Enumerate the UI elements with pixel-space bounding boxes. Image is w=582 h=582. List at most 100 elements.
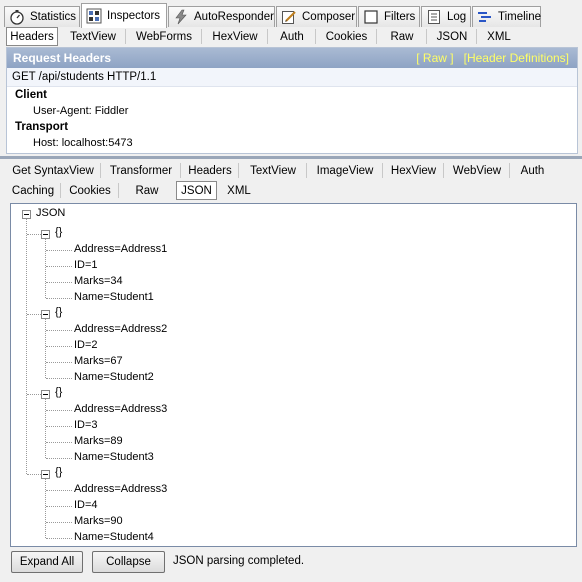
- tree-property-node[interactable]: ID=2: [74, 339, 98, 351]
- stopwatch-icon: [9, 9, 25, 25]
- header-user-agent: User-Agent: Fiddler: [33, 105, 129, 117]
- inspectors-icon: [86, 8, 102, 24]
- tab-label: Timeline: [498, 11, 542, 23]
- tree-line: [27, 314, 41, 315]
- tab-label: AutoResponder: [194, 11, 274, 23]
- collapse-toggle[interactable]: [41, 230, 50, 239]
- tree-line: [46, 426, 72, 427]
- tab-response-auth[interactable]: Auth: [510, 161, 555, 180]
- tree-line: [46, 282, 72, 283]
- tree-line: [46, 298, 72, 299]
- timeline-icon: [477, 9, 493, 25]
- tab-request-cookies[interactable]: Cookies: [316, 27, 377, 46]
- tree-property-node[interactable]: Address=Address3: [74, 483, 167, 495]
- collapse-button[interactable]: Collapse: [92, 551, 165, 573]
- tab-response-syntaxview[interactable]: Get SyntaxView: [5, 161, 101, 180]
- tab-filters[interactable]: Filters: [358, 6, 420, 27]
- tree-object-node[interactable]: {}: [55, 226, 62, 238]
- tab-autoresponder[interactable]: AutoResponder: [168, 6, 275, 27]
- tab-response-headers[interactable]: Headers: [181, 161, 239, 180]
- tree-property-node[interactable]: Name=Student3: [74, 451, 154, 463]
- tree-line: [46, 442, 72, 443]
- expand-all-button[interactable]: Expand All: [11, 551, 83, 573]
- tab-label: Statistics: [30, 11, 77, 23]
- tree-property-node[interactable]: Marks=67: [74, 355, 123, 367]
- tab-response-hexview[interactable]: HexView: [383, 161, 444, 180]
- tab-request-webforms[interactable]: WebForms: [126, 27, 202, 46]
- tree-property-node[interactable]: Address=Address2: [74, 323, 167, 335]
- composer-icon: [281, 9, 297, 25]
- tab-label: Log: [447, 11, 467, 23]
- raw-link[interactable]: [ Raw ]: [416, 51, 453, 65]
- tree-property-node[interactable]: ID=3: [74, 419, 98, 431]
- tree-line: [45, 239, 46, 298]
- header-host: Host: localhost:5473: [33, 137, 133, 149]
- tree-property-node[interactable]: Name=Student4: [74, 531, 154, 543]
- collapse-toggle[interactable]: [41, 310, 50, 319]
- tree-root[interactable]: JSON: [36, 207, 65, 219]
- tab-request-xml[interactable]: XML: [477, 27, 521, 46]
- tree-property-node[interactable]: Name=Student1: [74, 291, 154, 303]
- tree-property-node[interactable]: Address=Address3: [74, 403, 167, 415]
- tab-request-textview[interactable]: TextView: [60, 27, 126, 46]
- tree-line: [46, 250, 72, 251]
- tree-property-node[interactable]: Marks=89: [74, 435, 123, 447]
- top-tab-strip: Statistics Inspectors AutoResponder Comp…: [0, 0, 582, 28]
- response-inspector-tabs: Get SyntaxView Transformer Headers TextV…: [5, 160, 577, 202]
- titlebar-links: [ Raw ] [Header Definitions]: [416, 51, 569, 65]
- tree-property-node[interactable]: Marks=34: [74, 275, 123, 287]
- tab-response-json[interactable]: JSON: [176, 181, 217, 200]
- lightning-icon: [173, 9, 189, 25]
- tab-response-textview[interactable]: TextView: [239, 161, 307, 180]
- tab-request-raw[interactable]: Raw: [377, 27, 427, 46]
- tree-line: [46, 490, 72, 491]
- tab-response-raw[interactable]: Raw: [119, 181, 175, 200]
- tree-line: [45, 479, 46, 538]
- tree-line: [27, 474, 41, 475]
- tab-response-caching[interactable]: Caching: [5, 181, 61, 200]
- tree-line: [46, 346, 72, 347]
- collapse-toggle[interactable]: [41, 470, 50, 479]
- tree-line: [46, 458, 72, 459]
- tab-timeline[interactable]: Timeline: [472, 6, 541, 27]
- tab-response-webview[interactable]: WebView: [444, 161, 510, 180]
- tab-log[interactable]: Log: [421, 6, 471, 27]
- panel-title: Request Headers: [13, 51, 112, 65]
- tab-request-json[interactable]: JSON: [427, 27, 477, 46]
- tree-property-node[interactable]: ID=4: [74, 499, 98, 511]
- tree-object-node[interactable]: {}: [55, 386, 62, 398]
- tab-response-cookies[interactable]: Cookies: [61, 181, 119, 200]
- collapse-toggle[interactable]: [22, 210, 31, 219]
- tab-composer[interactable]: Composer: [276, 6, 357, 27]
- tree-object-node[interactable]: {}: [55, 306, 62, 318]
- tab-label: Filters: [384, 11, 416, 23]
- tab-statistics[interactable]: Statistics: [4, 6, 80, 27]
- checkbox-icon: [363, 9, 379, 25]
- tree-property-node[interactable]: Name=Student2: [74, 371, 154, 383]
- tab-request-auth[interactable]: Auth: [268, 27, 316, 46]
- header-definitions-link[interactable]: [Header Definitions]: [464, 51, 569, 65]
- request-inspector-tabs: Headers TextView WebForms HexView Auth C…: [5, 27, 577, 47]
- tree-line: [45, 319, 46, 378]
- tab-response-imageview[interactable]: ImageView: [307, 161, 383, 180]
- tab-response-transformer[interactable]: Transformer: [101, 161, 181, 180]
- tab-inspectors[interactable]: Inspectors: [81, 3, 167, 28]
- tree-line: [45, 399, 46, 458]
- tree-line: [46, 410, 72, 411]
- tree-property-node[interactable]: ID=1: [74, 259, 98, 271]
- tab-request-headers[interactable]: Headers: [6, 27, 58, 46]
- header-group-transport: Transport: [15, 121, 69, 133]
- json-tree-view[interactable]: JSON {} Address=Address1 ID=1 Marks=34 Name=S…: [10, 203, 577, 547]
- tree-line: [46, 506, 72, 507]
- tree-line: [27, 394, 41, 395]
- panel-splitter[interactable]: [0, 156, 582, 159]
- tree-property-node[interactable]: Address=Address1: [74, 243, 167, 255]
- tab-response-xml[interactable]: XML: [219, 181, 259, 200]
- tree-property-node[interactable]: Marks=90: [74, 515, 123, 527]
- tree-object-node[interactable]: {}: [55, 466, 62, 478]
- tree-line: [46, 330, 72, 331]
- tab-request-hexview[interactable]: HexView: [202, 27, 268, 46]
- tree-line: [46, 538, 72, 539]
- request-headers-panel: Request Headers [ Raw ] [Header Definiti…: [6, 47, 578, 154]
- collapse-toggle[interactable]: [41, 390, 50, 399]
